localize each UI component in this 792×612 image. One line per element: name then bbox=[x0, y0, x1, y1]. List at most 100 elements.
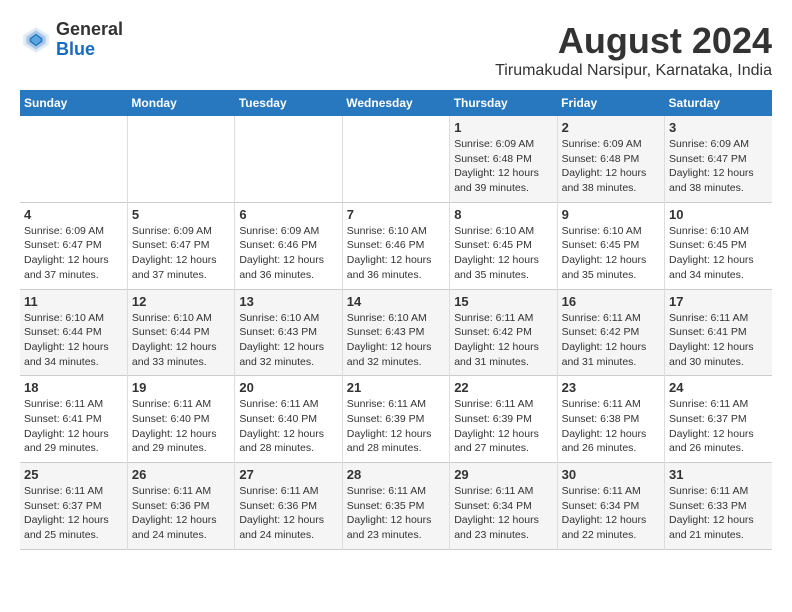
day-info: Sunrise: 6:11 AM Sunset: 6:36 PM Dayligh… bbox=[132, 484, 230, 543]
day-info: Sunrise: 6:11 AM Sunset: 6:35 PM Dayligh… bbox=[347, 484, 445, 543]
calendar-cell: 11Sunrise: 6:10 AM Sunset: 6:44 PM Dayli… bbox=[20, 289, 127, 376]
day-number: 31 bbox=[669, 467, 768, 482]
day-number: 19 bbox=[132, 380, 230, 395]
day-number: 4 bbox=[24, 207, 123, 222]
calendar-cell: 21 Sunrise: 6:11 AM Sunset: 6:39 PM Dayli… bbox=[342, 376, 449, 463]
day-info: Sunrise: 6:09 AM Sunset: 6:47 PM Dayligh… bbox=[132, 224, 230, 283]
calendar-cell: 16Sunrise: 6:11 AM Sunset: 6:42 PM Dayli… bbox=[557, 289, 664, 376]
day-info: Sunrise: 6:09 AM Sunset: 6:48 PM Dayligh… bbox=[562, 137, 660, 196]
calendar-cell: 4 Sunrise: 6:09 AM Sunset: 6:47 PM Daylig… bbox=[20, 202, 127, 289]
day-info: Sunrise: 6:11 AM Sunset: 6:41 PM Dayligh… bbox=[669, 311, 768, 370]
calendar-cell: 5 Sunrise: 6:09 AM Sunset: 6:47 PM Daylig… bbox=[127, 202, 234, 289]
day-number: 5 bbox=[132, 207, 230, 222]
calendar-cell: 1Sunrise: 6:09 AM Sunset: 6:48 PM Daylig… bbox=[450, 116, 557, 202]
day-number: 18 bbox=[24, 380, 123, 395]
day-number: 25 bbox=[24, 467, 123, 482]
day-number: 7 bbox=[347, 207, 445, 222]
weekday-header: Saturday bbox=[665, 90, 772, 116]
day-info: Sunrise: 6:11 AM Sunset: 6:38 PM Dayligh… bbox=[562, 397, 660, 456]
calendar-cell: 10 Sunrise: 6:10 AM Sunset: 6:45 PM Dayli… bbox=[665, 202, 772, 289]
calendar-week-row: 11Sunrise: 6:10 AM Sunset: 6:44 PM Dayli… bbox=[20, 289, 772, 376]
day-info: Sunrise: 6:11 AM Sunset: 6:34 PM Dayligh… bbox=[454, 484, 552, 543]
header: General Blue August 2024 Tirumakudal Nar… bbox=[20, 20, 772, 80]
day-number: 30 bbox=[562, 467, 660, 482]
weekday-header: Friday bbox=[557, 90, 664, 116]
main-title: August 2024 bbox=[495, 20, 772, 62]
day-number: 12 bbox=[132, 294, 230, 309]
calendar-week-row: 25Sunrise: 6:11 AM Sunset: 6:37 PM Dayli… bbox=[20, 463, 772, 550]
day-number: 10 bbox=[669, 207, 768, 222]
day-info: Sunrise: 6:09 AM Sunset: 6:47 PM Dayligh… bbox=[669, 137, 768, 196]
calendar-cell: 2 Sunrise: 6:09 AM Sunset: 6:48 PM Daylig… bbox=[557, 116, 664, 202]
weekday-header: Tuesday bbox=[235, 90, 342, 116]
day-info: Sunrise: 6:11 AM Sunset: 6:33 PM Dayligh… bbox=[669, 484, 768, 543]
calendar-cell: 19 Sunrise: 6:11 AM Sunset: 6:40 PM Dayli… bbox=[127, 376, 234, 463]
day-number: 27 bbox=[239, 467, 337, 482]
weekday-header: Thursday bbox=[450, 90, 557, 116]
day-number: 29 bbox=[454, 467, 552, 482]
day-number: 3 bbox=[669, 120, 768, 135]
weekday-header: Sunday bbox=[20, 90, 127, 116]
day-number: 24 bbox=[669, 380, 768, 395]
day-number: 20 bbox=[239, 380, 337, 395]
day-info: Sunrise: 6:10 AM Sunset: 6:45 PM Dayligh… bbox=[669, 224, 768, 283]
day-number: 23 bbox=[562, 380, 660, 395]
calendar-week-row: 18 Sunrise: 6:11 AM Sunset: 6:41 PM Dayli… bbox=[20, 376, 772, 463]
weekday-header-row: SundayMondayTuesdayWednesdayThursdayFrid… bbox=[20, 90, 772, 116]
day-number: 21 bbox=[347, 380, 445, 395]
day-info: Sunrise: 6:10 AM Sunset: 6:43 PM Dayligh… bbox=[347, 311, 445, 370]
calendar-cell: 25Sunrise: 6:11 AM Sunset: 6:37 PM Dayli… bbox=[20, 463, 127, 550]
calendar-cell: 3 Sunrise: 6:09 AM Sunset: 6:47 PM Daylig… bbox=[665, 116, 772, 202]
day-info: Sunrise: 6:11 AM Sunset: 6:41 PM Dayligh… bbox=[24, 397, 123, 456]
calendar-table: SundayMondayTuesdayWednesdayThursdayFrid… bbox=[20, 90, 772, 550]
calendar-cell: 7Sunrise: 6:10 AM Sunset: 6:46 PM Daylig… bbox=[342, 202, 449, 289]
calendar-cell bbox=[20, 116, 127, 202]
day-number: 8 bbox=[454, 207, 552, 222]
calendar-cell: 18 Sunrise: 6:11 AM Sunset: 6:41 PM Dayli… bbox=[20, 376, 127, 463]
calendar-cell bbox=[342, 116, 449, 202]
calendar-cell: 26 Sunrise: 6:11 AM Sunset: 6:36 PM Dayli… bbox=[127, 463, 234, 550]
calendar-cell bbox=[127, 116, 234, 202]
day-info: Sunrise: 6:10 AM Sunset: 6:45 PM Dayligh… bbox=[454, 224, 552, 283]
day-number: 17 bbox=[669, 294, 768, 309]
day-info: Sunrise: 6:11 AM Sunset: 6:42 PM Dayligh… bbox=[562, 311, 660, 370]
calendar-cell: 24Sunrise: 6:11 AM Sunset: 6:37 PM Dayli… bbox=[665, 376, 772, 463]
day-info: Sunrise: 6:11 AM Sunset: 6:40 PM Dayligh… bbox=[132, 397, 230, 456]
day-number: 26 bbox=[132, 467, 230, 482]
day-info: Sunrise: 6:11 AM Sunset: 6:39 PM Dayligh… bbox=[454, 397, 552, 456]
title-section: August 2024 Tirumakudal Narsipur, Karnat… bbox=[495, 20, 772, 80]
day-info: Sunrise: 6:10 AM Sunset: 6:43 PM Dayligh… bbox=[239, 311, 337, 370]
day-info: Sunrise: 6:11 AM Sunset: 6:34 PM Dayligh… bbox=[562, 484, 660, 543]
day-info: Sunrise: 6:09 AM Sunset: 6:48 PM Dayligh… bbox=[454, 137, 552, 196]
calendar-cell: 31 Sunrise: 6:11 AM Sunset: 6:33 PM Dayli… bbox=[665, 463, 772, 550]
day-info: Sunrise: 6:10 AM Sunset: 6:44 PM Dayligh… bbox=[132, 311, 230, 370]
day-number: 13 bbox=[239, 294, 337, 309]
day-info: Sunrise: 6:11 AM Sunset: 6:40 PM Dayligh… bbox=[239, 397, 337, 456]
calendar-cell: 20 Sunrise: 6:11 AM Sunset: 6:40 PM Dayli… bbox=[235, 376, 342, 463]
day-number: 15 bbox=[454, 294, 552, 309]
calendar-cell: 30 Sunrise: 6:11 AM Sunset: 6:34 PM Dayli… bbox=[557, 463, 664, 550]
weekday-header: Wednesday bbox=[342, 90, 449, 116]
day-number: 22 bbox=[454, 380, 552, 395]
calendar-cell: 29 Sunrise: 6:11 AM Sunset: 6:34 PM Dayli… bbox=[450, 463, 557, 550]
subtitle: Tirumakudal Narsipur, Karnataka, India bbox=[495, 62, 772, 80]
day-number: 2 bbox=[562, 120, 660, 135]
day-info: Sunrise: 6:09 AM Sunset: 6:47 PM Dayligh… bbox=[24, 224, 123, 283]
calendar-cell: 17 Sunrise: 6:11 AM Sunset: 6:41 PM Dayli… bbox=[665, 289, 772, 376]
calendar-cell: 6Sunrise: 6:09 AM Sunset: 6:46 PM Daylig… bbox=[235, 202, 342, 289]
day-info: Sunrise: 6:10 AM Sunset: 6:45 PM Dayligh… bbox=[562, 224, 660, 283]
calendar-cell bbox=[235, 116, 342, 202]
logo: General Blue bbox=[20, 20, 123, 60]
calendar-cell: 28Sunrise: 6:11 AM Sunset: 6:35 PM Dayli… bbox=[342, 463, 449, 550]
calendar-week-row: 4 Sunrise: 6:09 AM Sunset: 6:47 PM Daylig… bbox=[20, 202, 772, 289]
weekday-header: Monday bbox=[127, 90, 234, 116]
day-info: Sunrise: 6:11 AM Sunset: 6:42 PM Dayligh… bbox=[454, 311, 552, 370]
calendar-cell: 23 Sunrise: 6:11 AM Sunset: 6:38 PM Dayli… bbox=[557, 376, 664, 463]
calendar-cell: 15 Sunrise: 6:11 AM Sunset: 6:42 PM Dayli… bbox=[450, 289, 557, 376]
day-info: Sunrise: 6:11 AM Sunset: 6:39 PM Dayligh… bbox=[347, 397, 445, 456]
logo-text: General Blue bbox=[56, 20, 123, 60]
day-number: 14 bbox=[347, 294, 445, 309]
day-info: Sunrise: 6:09 AM Sunset: 6:46 PM Dayligh… bbox=[239, 224, 337, 283]
calendar-cell: 13 Sunrise: 6:10 AM Sunset: 6:43 PM Dayli… bbox=[235, 289, 342, 376]
calendar-cell: 14 Sunrise: 6:10 AM Sunset: 6:43 PM Dayli… bbox=[342, 289, 449, 376]
